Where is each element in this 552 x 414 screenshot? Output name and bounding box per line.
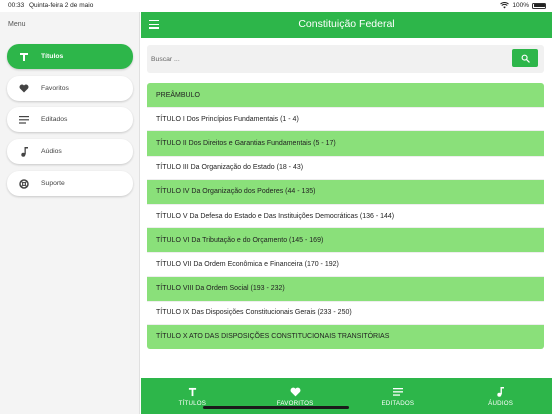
sidebar-item-label: Editados — [41, 116, 68, 123]
heart-icon — [290, 386, 301, 398]
tab-audios[interactable]: ÁUDIOS — [449, 378, 552, 414]
list-item[interactable]: TÍTULO VI Da Tributação e do Orçamento (… — [147, 228, 544, 253]
sidebar: Menu — [0, 12, 140, 414]
heart-icon — [7, 84, 41, 93]
sidebar-item-label: Aúdios — [41, 148, 62, 155]
battery-icon — [532, 2, 546, 9]
tab-label: TÍTULOS — [178, 399, 207, 407]
status-bar: 00:33 Quinta-feira 2 de maio 100% — [0, 0, 552, 12]
search-button[interactable] — [512, 49, 538, 67]
sidebar-item-suporte[interactable]: Suporte — [7, 171, 133, 196]
search-input[interactable] — [151, 51, 501, 67]
wifi-icon — [500, 2, 510, 9]
list-item[interactable]: TÍTULO I Dos Princípios Fundamentais (1 … — [147, 107, 544, 132]
music-note-icon — [7, 146, 41, 157]
sidebar-item-label: Suporte — [41, 180, 65, 187]
list-item[interactable]: PREÂMBULO — [147, 83, 544, 108]
search-bar — [147, 45, 544, 73]
app-bar: Constituição Federal — [141, 12, 552, 38]
list-item[interactable]: TÍTULO IX Das Disposições Constitucionai… — [147, 300, 544, 325]
tab-label: EDITADOS — [381, 399, 415, 407]
lifebuoy-icon — [7, 178, 41, 189]
music-note-icon — [496, 386, 505, 398]
status-time: 00:33 — [8, 2, 25, 9]
list-item[interactable]: TÍTULO VII Da Ordem Econômica e Financei… — [147, 252, 544, 277]
title-T-icon — [7, 52, 41, 62]
sidebar-title: Menu — [8, 21, 26, 28]
tab-editados[interactable]: EDITADOS — [347, 378, 450, 414]
title-T-icon — [188, 386, 197, 398]
list-item[interactable]: TÍTULO IV Da Organização dos Poderes (44… — [147, 179, 544, 204]
titles-list: PREÂMBULO TÍTULO I Dos Princípios Fundam… — [147, 83, 544, 350]
list-item[interactable]: TÍTULO II Dos Direitos e Garantias Funda… — [147, 131, 544, 156]
sidebar-item-favoritos[interactable]: Favoritos — [7, 76, 133, 101]
list-item[interactable]: TÍTULO III Da Organização do Estado (18 … — [147, 155, 544, 180]
home-indicator — [203, 406, 349, 409]
list-item[interactable]: TÍTULO VIII Da Ordem Social (193 - 232) — [147, 276, 544, 301]
sidebar-item-editados[interactable]: Editados — [7, 107, 133, 132]
list-lines-icon — [7, 115, 41, 124]
status-date: Quinta-feira 2 de maio — [29, 2, 94, 9]
search-icon — [521, 54, 530, 63]
sidebar-item-label: Favoritos — [41, 85, 69, 92]
battery-percent: 100% — [512, 2, 529, 9]
tab-label: ÁUDIOS — [488, 399, 514, 407]
sidebar-item-titulos[interactable]: Títulos — [7, 44, 133, 69]
list-item[interactable]: TÍTULO V Da Defesa do Estado e Das Insti… — [147, 203, 544, 229]
sidebar-item-label: Títulos — [41, 53, 64, 60]
list-lines-icon — [392, 386, 403, 398]
status-right: 100% — [500, 2, 546, 9]
page-title: Constituição Federal — [298, 18, 395, 30]
list-item[interactable]: TÍTULO X ATO DAS DISPOSIÇÕES CONSTITUCIO… — [147, 324, 544, 350]
sidebar-item-audios[interactable]: Aúdios — [7, 139, 133, 164]
